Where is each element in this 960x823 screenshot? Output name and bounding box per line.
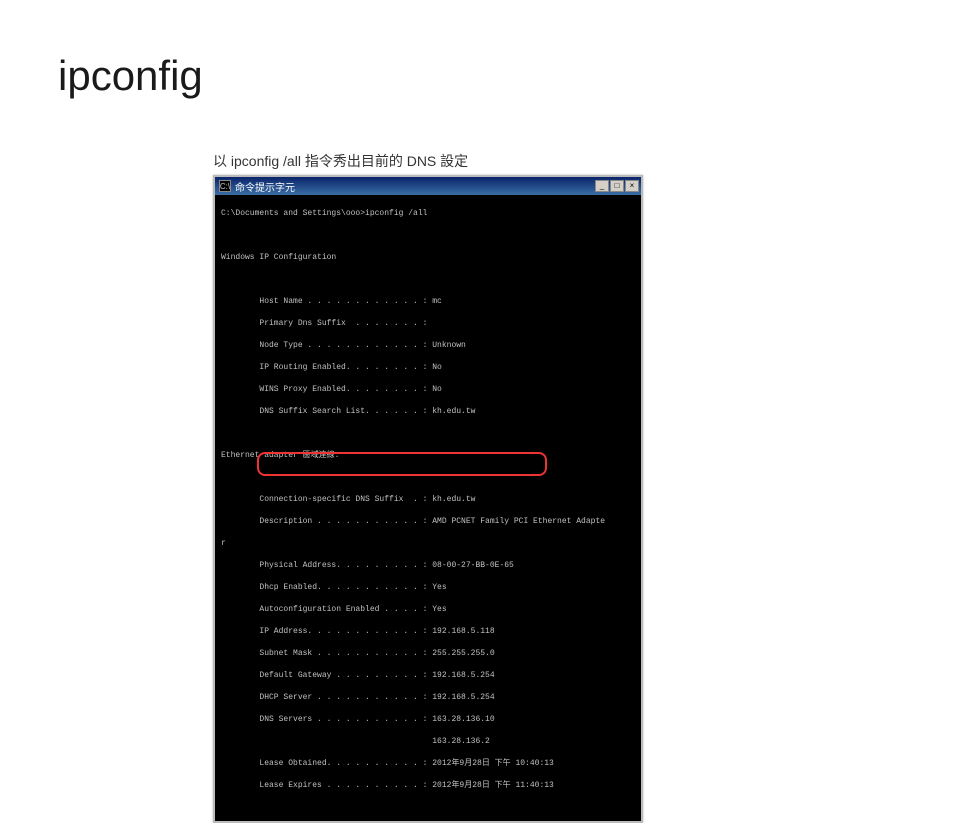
- cmd-icon: C:\: [219, 180, 231, 192]
- lease-line: Lease Obtained. . . . . . . . . . : 2012…: [221, 758, 635, 769]
- adapter-line: Physical Address. . . . . . . . . : 08-0…: [221, 560, 635, 571]
- cfg-heading: Windows IP Configuration: [221, 252, 635, 263]
- cfg-line: WINS Proxy Enabled. . . . . . . . : No: [221, 384, 635, 395]
- adapter-line: Autoconfiguration Enabled . . . . : Yes: [221, 604, 635, 615]
- minimize-button[interactable]: _: [595, 180, 609, 192]
- adapter-line: DHCP Server . . . . . . . . . . . : 192.…: [221, 692, 635, 703]
- dns-servers-line: DNS Servers . . . . . . . . . . . : 163.…: [221, 714, 635, 725]
- window-titlebar[interactable]: C:\ 命令提示字元 _ □ ×: [215, 177, 641, 195]
- adapter-line: Dhcp Enabled. . . . . . . . . . . : Yes: [221, 582, 635, 593]
- terminal-output[interactable]: C:\Documents and Settings\ooo>ipconfig /…: [215, 195, 641, 821]
- cfg-line: Node Type . . . . . . . . . . . . : Unkn…: [221, 340, 635, 351]
- maximize-button[interactable]: □: [610, 180, 624, 192]
- lease-line: Lease Expires . . . . . . . . . . : 2012…: [221, 780, 635, 791]
- adapter-line: IP Address. . . . . . . . . . . . : 192.…: [221, 626, 635, 637]
- adapter-line: Description . . . . . . . . . . . : AMD …: [221, 516, 635, 527]
- cfg-line: DNS Suffix Search List. . . . . . : kh.e…: [221, 406, 635, 417]
- blank-line: [221, 428, 635, 439]
- command-prompt-window: C:\ 命令提示字元 _ □ × C:\Documents and Settin…: [213, 175, 643, 823]
- cfg-line: Primary Dns Suffix . . . . . . . :: [221, 318, 635, 329]
- cmd-prompt: C:\Documents and Settings\ooo>ipconfig /…: [221, 208, 635, 219]
- adapter-heading: Ethernet adapter 區域連線:: [221, 450, 635, 461]
- subtitle-text: 以 ipconfig /all 指令秀出目前的 DNS 設定: [213, 151, 468, 171]
- cfg-line: Host Name . . . . . . . . . . . . : mc: [221, 296, 635, 307]
- window-title: 命令提示字元: [235, 179, 595, 194]
- page-title: ipconfig: [58, 52, 203, 100]
- adapter-line: Subnet Mask . . . . . . . . . . . : 255.…: [221, 648, 635, 659]
- blank-line: [221, 230, 635, 241]
- adapter-line: Default Gateway . . . . . . . . . : 192.…: [221, 670, 635, 681]
- blank-line: [221, 274, 635, 285]
- adapter-line: Connection-specific DNS Suffix . : kh.ed…: [221, 494, 635, 505]
- close-button[interactable]: ×: [625, 180, 639, 192]
- cfg-line: IP Routing Enabled. . . . . . . . : No: [221, 362, 635, 373]
- blank-line: [221, 472, 635, 483]
- dns-servers-line: 163.28.136.2: [221, 736, 635, 747]
